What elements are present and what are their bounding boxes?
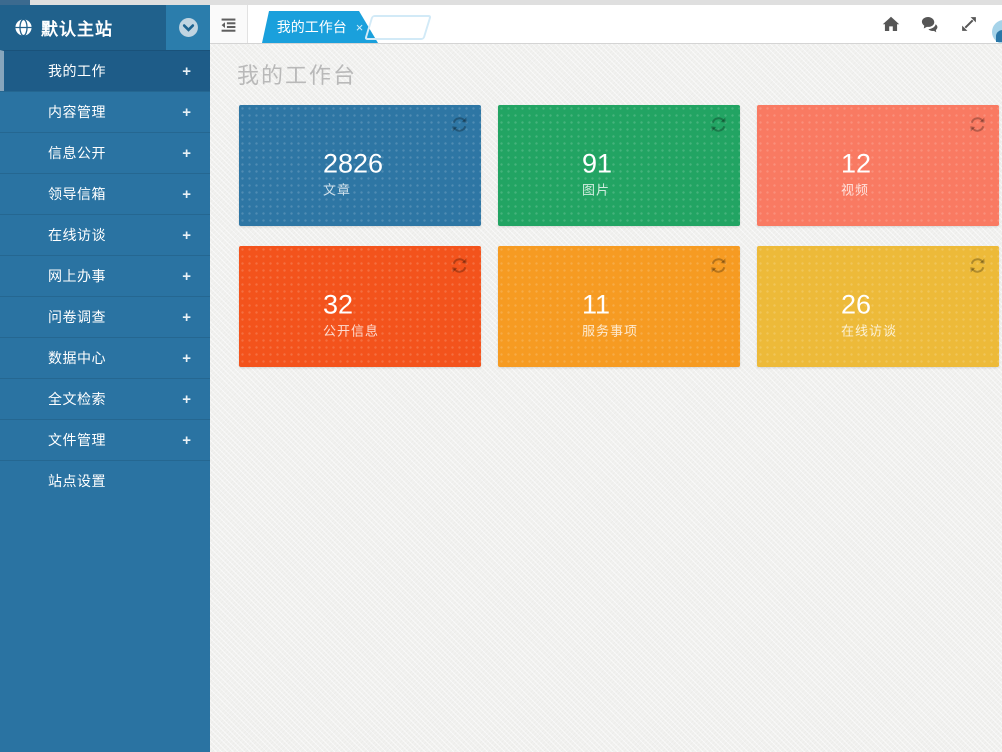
page-title: 我的工作台: [237, 58, 357, 90]
sidebar: 默认主站 我的工作 + 内容管理 + 信息公开 + 领导信箱 + 在线访谈: [0, 5, 210, 752]
sidebar-item-online-services[interactable]: 网上办事 +: [0, 255, 210, 296]
stat-card-public-info[interactable]: 32 公开信息: [239, 246, 481, 367]
comment-icon: [22, 227, 38, 243]
dropbox-icon: [22, 145, 38, 161]
expand-plus-icon[interactable]: +: [182, 432, 191, 449]
sidebar-item-file-management[interactable]: 文件管理 +: [0, 419, 210, 460]
video-camera-icon: [784, 153, 826, 195]
dropbox-icon: [266, 294, 308, 336]
topbar: 我的工作台 ×: [210, 5, 1002, 44]
stat-value: 2826: [323, 149, 383, 177]
refresh-icon[interactable]: [969, 257, 986, 274]
stat-label: 图片: [582, 179, 612, 198]
refresh-icon[interactable]: [451, 116, 468, 133]
stat-label: 文章: [323, 179, 383, 198]
expand-plus-icon[interactable]: +: [182, 63, 191, 80]
search-icon: [22, 391, 38, 407]
expand-plus-icon[interactable]: +: [182, 186, 191, 203]
expand-plus-icon[interactable]: +: [182, 391, 191, 408]
stat-label: 视频: [841, 179, 871, 198]
sidebar-item-data-center[interactable]: 数据中心 +: [0, 337, 210, 378]
stat-value: 12: [841, 149, 871, 177]
stat-card-pictures[interactable]: 91 图片: [498, 105, 740, 226]
expand-plus-icon[interactable]: +: [182, 350, 191, 367]
outdent-icon: [220, 16, 237, 33]
picture-icon: [525, 153, 567, 195]
file-text-icon: [266, 153, 308, 195]
expand-plus-icon[interactable]: +: [182, 145, 191, 162]
sidebar-item-information-disclosure[interactable]: 信息公开 +: [0, 132, 210, 173]
stat-label: 在线访谈: [841, 320, 897, 339]
topbar-actions: [882, 5, 978, 43]
stat-label: 服务事项: [582, 320, 638, 339]
refresh-icon[interactable]: [451, 257, 468, 274]
refresh-icon[interactable]: [710, 116, 727, 133]
stat-card-online-interviews[interactable]: 26 在线访谈: [757, 246, 999, 367]
stat-label: 公开信息: [323, 320, 379, 339]
main-content: 我的工作台 2826 文章 91 图片: [210, 44, 1002, 752]
sitemap-icon: [525, 294, 567, 336]
stat-value: 32: [323, 290, 379, 318]
gear-icon: [22, 473, 38, 489]
stat-cards: 2826 文章 91 图片 12 视频: [239, 105, 999, 367]
tab-my-workbench[interactable]: 我的工作台 ×: [262, 11, 378, 43]
top-edge-strip: [0, 0, 1002, 5]
database-icon: [22, 350, 38, 366]
sidebar-item-leader-mailbox[interactable]: 领导信箱 +: [0, 173, 210, 214]
sidebar-item-online-interview[interactable]: 在线访谈 +: [0, 214, 210, 255]
tab-label: 我的工作台: [277, 17, 347, 37]
expand-icon[interactable]: [960, 15, 978, 33]
stat-card-articles[interactable]: 2826 文章: [239, 105, 481, 226]
site-header: 默认主站: [0, 5, 210, 50]
expand-plus-icon[interactable]: +: [182, 309, 191, 326]
sidebar-collapse-button[interactable]: [166, 5, 210, 50]
sidebar-item-content-management[interactable]: 内容管理 +: [0, 91, 210, 132]
site-title: 默认主站: [41, 15, 113, 40]
file-text-icon: [22, 309, 38, 325]
chevron-down-circle-icon: [178, 17, 199, 38]
expand-plus-icon[interactable]: +: [182, 227, 191, 244]
menu-toggle-button[interactable]: [210, 5, 248, 43]
comments-icon: [784, 294, 826, 336]
stat-value: 11: [582, 290, 638, 318]
expand-plus-icon[interactable]: +: [182, 104, 191, 121]
sidebar-item-fulltext-search[interactable]: 全文检索 +: [0, 378, 210, 419]
home-icon[interactable]: [882, 15, 900, 33]
expand-plus-icon[interactable]: +: [182, 268, 191, 285]
stat-value: 26: [841, 290, 897, 318]
sidebar-item-questionnaire[interactable]: 问卷调查 +: [0, 296, 210, 337]
sidebar-menu: 我的工作 + 内容管理 + 信息公开 + 领导信箱 + 在线访谈 + 网上办事 …: [0, 50, 210, 501]
stat-card-videos[interactable]: 12 视频: [757, 105, 999, 226]
user-icon[interactable]: [992, 20, 1002, 44]
laptop-icon: [22, 63, 38, 79]
stat-value: 91: [582, 149, 612, 177]
ghost-tab-outline: [364, 15, 432, 40]
globe-icon: [14, 18, 33, 37]
comments-icon[interactable]: [921, 15, 939, 33]
refresh-icon[interactable]: [969, 116, 986, 133]
tab-close-icon[interactable]: ×: [356, 20, 364, 35]
stat-card-service-items[interactable]: 11 服务事项: [498, 246, 740, 367]
refresh-icon[interactable]: [710, 257, 727, 274]
sidebar-item-site-settings[interactable]: 站点设置: [0, 460, 210, 501]
envelope-icon: [22, 186, 38, 202]
sidebar-item-my-work[interactable]: 我的工作 +: [0, 50, 210, 91]
sitemap-icon: [22, 268, 38, 284]
files-icon: [22, 104, 38, 120]
file-icon: [22, 432, 38, 448]
